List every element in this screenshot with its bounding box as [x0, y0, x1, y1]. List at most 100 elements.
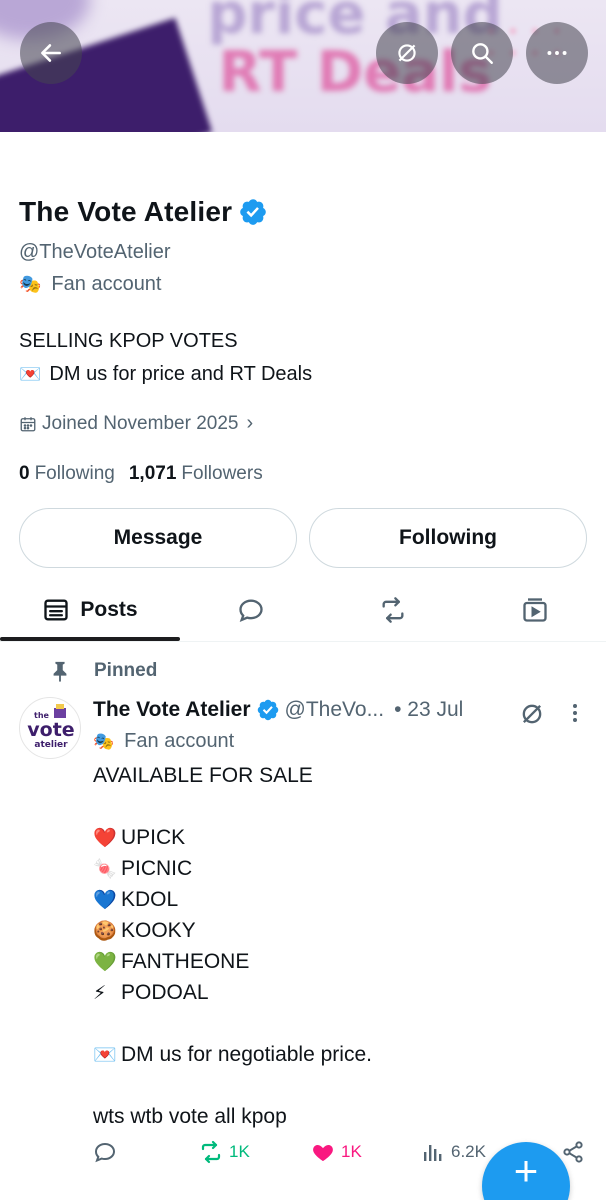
tab-posts-label: Posts: [80, 598, 138, 621]
theater-mask-icon: 🎭: [19, 274, 42, 294]
heart-icon: [313, 1145, 333, 1161]
tweet-line-text: wts wtb vote all kpop: [93, 1105, 287, 1128]
unmute-slash-icon: [398, 44, 416, 62]
tweet-author-label: 🎭 Fan account: [93, 730, 234, 753]
tweet-author-handle[interactable]: @TheVo...: [285, 698, 385, 722]
repost-count: 1K: [229, 1142, 250, 1161]
arrow-left-icon: [41, 44, 61, 62]
tweet-author-name[interactable]: The Vote Atelier: [93, 698, 251, 722]
views-icon: [424, 1145, 442, 1161]
tweet-line-text: KDOL: [121, 888, 179, 911]
tweet-date[interactable]: • 23 Jul: [394, 698, 463, 722]
joined-date[interactable]: Joined November 2025 ›: [19, 412, 253, 435]
following-button[interactable]: Following: [309, 508, 587, 568]
followers-count: 1,071: [128, 463, 177, 484]
pinned-label: Pinned: [94, 660, 158, 681]
tweet-line: ⚡ PODOAL: [93, 977, 583, 1008]
followers-label: Followers: [181, 463, 263, 484]
tweet-line: 💌 DM us for negotiable price.: [93, 1039, 583, 1070]
followers-stat[interactable]: 1,071 Followers: [129, 463, 263, 485]
tweet-line-text: KOOKY: [121, 919, 196, 942]
tweet-line-text: DM us for negotiable price.: [121, 1043, 372, 1066]
tweet-line: wts wtb vote all kpop: [93, 1101, 583, 1132]
message-button[interactable]: Message: [19, 508, 297, 568]
tweet-header: The Vote Atelier @TheVo... • 23 Jul: [93, 698, 463, 722]
share-button[interactable]: [561, 1140, 591, 1164]
media-icon: [523, 598, 547, 622]
follow-stats: 0 Following 1,071 Followers: [19, 463, 277, 485]
like-count: 1K: [341, 1142, 362, 1161]
logo-vote: vote: [27, 719, 74, 741]
more-vertical-icon[interactable]: [563, 700, 587, 726]
avatar[interactable]: the vote atelier: [19, 697, 81, 759]
reply-icon: [94, 1142, 116, 1163]
emoji-icon: 🍬: [93, 859, 117, 880]
tweet-line: [93, 1008, 583, 1039]
tweet-line-text: UPICK: [121, 826, 186, 849]
tweet-line: [93, 1070, 583, 1101]
reply-button[interactable]: [93, 1140, 123, 1164]
bio-line-2: 💌 DM us for price and RT Deals: [19, 363, 312, 386]
like-button[interactable]: 1K: [311, 1140, 362, 1164]
following-stat[interactable]: 0 Following: [19, 463, 115, 485]
pin-icon: [53, 661, 67, 682]
unmute-slash-icon[interactable]: [518, 700, 546, 728]
tweet-line: 🍪 KOOKY: [93, 915, 583, 946]
love-letter-icon: 💌: [19, 364, 42, 384]
views-count: 6.2K: [451, 1142, 486, 1161]
following-count: 0: [19, 463, 30, 484]
tweet-line: [93, 791, 583, 822]
following-label: Following: [34, 463, 115, 484]
tweet-text: AVAILABLE FOR SALE ❤️ UPICK 🍬 PICNIC 💙 KDOL 🍪 KO…: [93, 760, 583, 1132]
reply-icon: [239, 599, 263, 623]
verified-badge-icon[interactable]: [238, 197, 268, 227]
tab-posts[interactable]: Posts: [0, 580, 180, 640]
posts-icon: [44, 599, 69, 621]
calendar-icon: [20, 416, 36, 431]
logo-atelier: atelier: [34, 740, 68, 750]
tweet-line-text: AVAILABLE FOR SALE: [93, 764, 313, 787]
tweet-line: ❤️ UPICK: [93, 822, 583, 853]
tab-reposts[interactable]: [358, 580, 428, 640]
profile-tabs: Posts: [0, 580, 606, 642]
pinned-indicator: Pinned: [50, 660, 157, 682]
emoji-icon: 💙: [93, 890, 117, 911]
tweet-line: AVAILABLE FOR SALE: [93, 760, 583, 791]
tab-replies[interactable]: [216, 580, 286, 640]
repost-icon: [201, 1140, 221, 1164]
tweet-line-text: PICNIC: [121, 857, 193, 880]
search-icon: [472, 43, 493, 64]
profile-name-row: The Vote Atelier: [19, 196, 268, 228]
chevron-right-icon: ›: [246, 412, 254, 434]
joined-text: Joined November 2025: [42, 412, 239, 434]
repost-icon: [382, 597, 404, 623]
emoji-icon: ❤️: [93, 828, 117, 849]
tweet-line-text: FANTHEONE: [121, 950, 250, 973]
profile-banner[interactable]: price and RT Deals: [0, 0, 606, 132]
tab-media[interactable]: [500, 580, 570, 640]
unmute-button[interactable]: [376, 22, 438, 84]
emoji-icon: 💚: [93, 952, 117, 973]
tweet-line: 💚 FANTHEONE: [93, 946, 583, 977]
bio-line-2-text: DM us for price and RT Deals: [49, 363, 313, 385]
tweet-author-label-text: Fan account: [124, 730, 235, 752]
more-horizontal-icon: [547, 51, 567, 55]
tweet-line-text: PODOAL: [121, 981, 209, 1004]
views-button[interactable]: 6.2K: [421, 1140, 486, 1164]
back-button[interactable]: [20, 22, 82, 84]
bio-line-1: SELLING KPOP VOTES: [19, 330, 238, 352]
profile-name: The Vote Atelier: [19, 196, 233, 227]
profile-handle: @TheVoteAtelier: [19, 241, 171, 263]
profile-label: 🎭 Fan account: [19, 273, 162, 296]
repost-button[interactable]: 1K: [199, 1140, 250, 1164]
verified-badge-icon: [257, 699, 278, 721]
search-button[interactable]: [451, 22, 513, 84]
vote-atelier-logo: the vote atelier: [27, 704, 75, 750]
emoji-icon: 💌: [93, 1045, 117, 1066]
more-button[interactable]: [526, 22, 588, 84]
share-icon: [563, 1141, 583, 1163]
plus-icon: +: [513, 1147, 539, 1194]
active-tab-indicator: [0, 637, 180, 641]
theater-mask-icon: 🎭: [93, 731, 115, 751]
tweet-line: 🍬 PICNIC: [93, 853, 583, 884]
